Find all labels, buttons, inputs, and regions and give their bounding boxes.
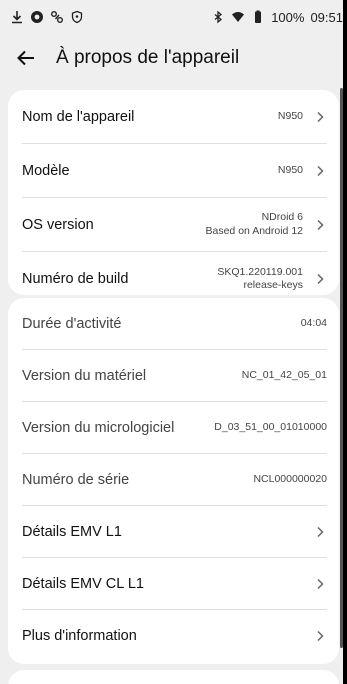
- back-arrow-icon: [17, 50, 34, 66]
- app-bar: À propos de l'appareil: [0, 34, 343, 82]
- chevron-right-icon: [313, 629, 327, 643]
- row-label: Durée d'activité: [22, 315, 122, 332]
- row-label: Version du micrologiciel: [22, 419, 175, 436]
- partial-card: [8, 670, 339, 684]
- status-right-icons: 100% 09:51: [211, 10, 343, 25]
- model-row[interactable]: Modèle N950: [22, 144, 327, 198]
- battery-percent: 100%: [271, 9, 305, 25]
- emv-l1-details-row[interactable]: Détails EMV L1: [22, 506, 327, 558]
- link-icon: [50, 10, 64, 24]
- status-bar: 100% 09:51: [0, 0, 343, 34]
- firmware-version-row: Version du micrologiciel D_03_51_00_0101…: [22, 402, 327, 454]
- shield-icon: [70, 10, 84, 24]
- scrollbar[interactable]: [340, 88, 343, 648]
- page-title: À propos de l'appareil: [56, 47, 240, 68]
- row-label: Numéro de série: [22, 471, 130, 488]
- build-number-row[interactable]: Numéro de build SKQ1.220119.001 release-…: [22, 252, 327, 295]
- row-label: Plus d'information: [22, 628, 137, 644]
- chevron-right-icon: [313, 164, 327, 178]
- row-label: Version du matériel: [22, 367, 147, 384]
- serial-number-row: Numéro de série NCL000000020: [22, 454, 327, 506]
- emv-cl-l1-details-row[interactable]: Détails EMV CL L1: [22, 558, 327, 610]
- device-name-row[interactable]: Nom de l'appareil N950: [22, 90, 327, 144]
- row-label: Détails EMV CL L1: [22, 575, 144, 592]
- wifi-icon: [231, 10, 245, 24]
- chevron-right-icon: [313, 218, 327, 232]
- device-info-card: Nom de l'appareil N950 Modèle N950 OS ve…: [8, 90, 339, 295]
- row-value: D_03_51_00_01010000: [214, 420, 327, 433]
- back-button[interactable]: [6, 38, 46, 78]
- row-label: OS version: [22, 216, 94, 233]
- chevron-right-icon: [313, 272, 327, 286]
- row-label: Nom de l'appareil: [22, 108, 135, 125]
- download-icon: [10, 10, 24, 24]
- row-value: N950: [277, 163, 303, 176]
- chevron-right-icon: [313, 577, 327, 591]
- bluetooth-icon: [211, 10, 225, 24]
- hardware-info-card: Durée d'activité 04:04 Version du matéri…: [8, 298, 339, 664]
- row-label: Détails EMV L1: [22, 523, 122, 540]
- hardware-version-row: Version du matériel NC_01_42_05_01: [22, 350, 327, 402]
- chevron-right-icon: [313, 525, 327, 539]
- screen: 100% 09:51 À propos de l'appareil Nom de…: [0, 0, 345, 684]
- row-label: Modèle: [22, 162, 70, 179]
- row-value: NCL000000020: [253, 472, 327, 485]
- row-label: Numéro de build: [22, 271, 129, 287]
- clock: 09:51: [310, 9, 343, 25]
- more-information-row[interactable]: Plus d'information: [22, 610, 327, 662]
- row-value: NC_01_42_05_01: [241, 368, 327, 381]
- row-value: NDroid 6 Based on Android 12: [205, 211, 304, 237]
- chevron-right-icon: [313, 110, 327, 124]
- row-value: N950: [277, 109, 303, 122]
- chrome-icon: [30, 10, 44, 24]
- row-value: SKQ1.220119.001 release-keys: [217, 265, 303, 291]
- status-left-icons: [10, 10, 84, 24]
- uptime-row: Durée d'activité 04:04: [22, 298, 327, 350]
- os-version-row[interactable]: OS version NDroid 6 Based on Android 12: [22, 198, 327, 252]
- row-value: 04:04: [300, 316, 327, 329]
- battery-icon: [251, 10, 265, 24]
